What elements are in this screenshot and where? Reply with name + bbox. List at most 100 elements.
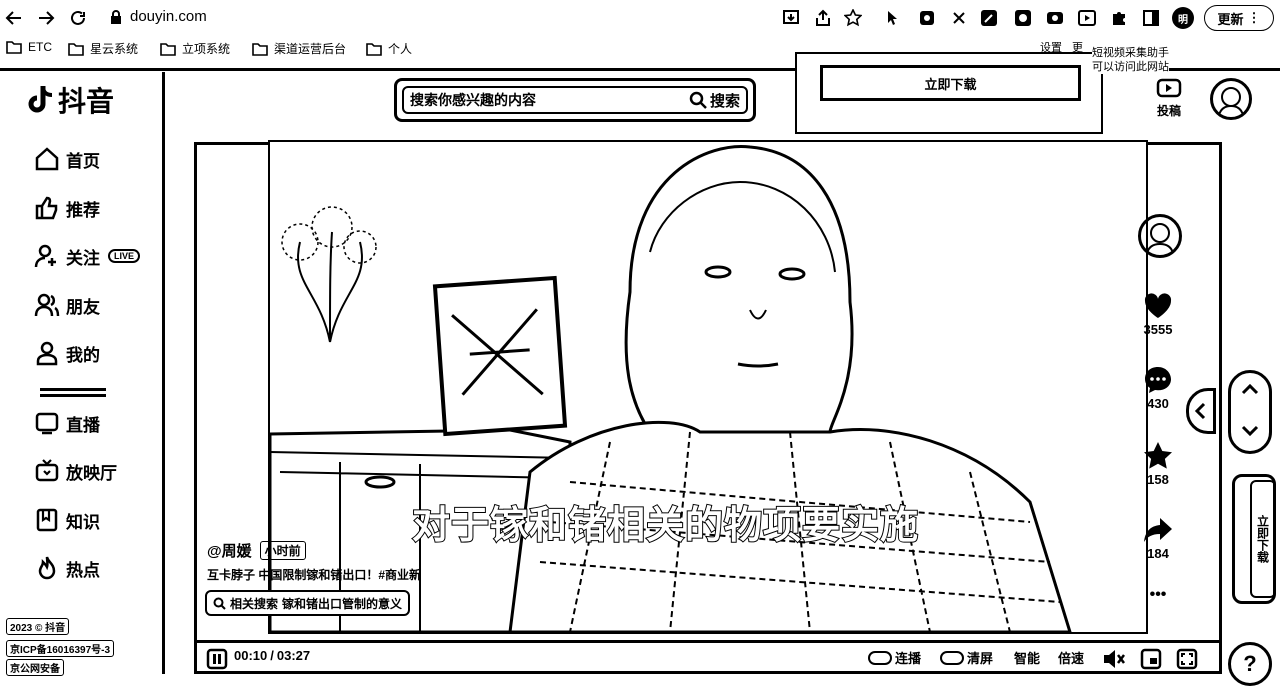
bookmark-item[interactable]: 个人: [366, 40, 412, 57]
favorite-button[interactable]: 158: [1140, 440, 1176, 487]
bookmark-item[interactable]: ETC: [6, 40, 52, 54]
upload-label: 投稿: [1156, 104, 1181, 118]
sidebar-item-live[interactable]: 直播: [34, 410, 100, 436]
sidebar-item-label: 关注: [66, 248, 100, 268]
share-icon[interactable]: [814, 9, 832, 27]
extension-pen-icon[interactable]: [980, 9, 998, 27]
bookmark-item[interactable]: 星云系统: [68, 40, 138, 57]
bookmark-item[interactable]: 立项系统: [160, 40, 230, 57]
folder-icon: [6, 41, 22, 54]
lock-icon: [111, 9, 121, 24]
sidebar-item-recommend[interactable]: 推荐: [34, 195, 100, 221]
sidebar-item-home[interactable]: 首页: [34, 146, 100, 172]
side-download-button[interactable]: 立即下载: [1250, 480, 1276, 598]
smart-button[interactable]: 智能: [1014, 648, 1040, 667]
chevron-down-icon: [1241, 425, 1259, 437]
bookmark-label: 星云系统: [90, 42, 139, 56]
follow-icon: [34, 244, 56, 268]
search-button[interactable]: 搜索: [689, 90, 740, 111]
like-count: 3555: [1143, 322, 1173, 337]
sidebar-item-cinema[interactable]: 放映厅: [34, 458, 117, 484]
more-dots-icon: •••: [1149, 586, 1167, 603]
video-helper-extension-icon[interactable]: [1078, 9, 1096, 27]
like-button[interactable]: 3555: [1140, 290, 1176, 337]
profile-avatar[interactable]: 明: [1172, 7, 1194, 29]
folder-icon: [68, 42, 84, 56]
autoplay-switch: [868, 650, 892, 665]
bookmark-item[interactable]: 渠道运营后台: [252, 40, 346, 57]
related-prefix: 相关搜索: [230, 596, 279, 611]
clear-screen-toggle[interactable]: 清屏: [940, 648, 993, 667]
flame-icon: [38, 556, 56, 580]
sidebar-item-hot[interactable]: 热点: [34, 555, 100, 581]
avatar-face-icon: [1218, 87, 1244, 116]
logo-text: 抖音: [58, 86, 115, 117]
avatar-face-icon: [1146, 223, 1174, 254]
popup-more-link[interactable]: 更: [1072, 39, 1083, 55]
extension-cube-icon[interactable]: [918, 9, 936, 27]
question-mark-icon: ?: [1243, 651, 1257, 676]
fullscreen-button[interactable]: [1176, 648, 1198, 670]
upload-button[interactable]: 投稿: [1156, 78, 1182, 119]
extension-cursor-icon[interactable]: [884, 9, 902, 27]
popup-settings-link[interactable]: 设置: [1040, 39, 1062, 55]
back-arrow-icon: [5, 11, 21, 25]
sidebar-item-follow[interactable]: 关注 LIVE: [34, 243, 141, 269]
comment-button[interactable]: 430: [1140, 364, 1176, 411]
puzzle-extensions-icon[interactable]: [1110, 9, 1128, 27]
autoplay-toggle[interactable]: 连播: [868, 648, 921, 667]
pause-button[interactable]: [206, 648, 228, 670]
bookmark-label: 立项系统: [182, 42, 231, 56]
police-record-link[interactable]: 京公网安备: [6, 659, 64, 676]
more-button[interactable]: •••: [1140, 586, 1176, 604]
home-icon: [35, 147, 59, 171]
sidebar-item-label: 知识: [66, 512, 100, 532]
url-text: douyin.com: [130, 8, 207, 25]
sidebar-item-label: 放映厅: [66, 463, 117, 483]
extension-camera-icon[interactable]: [1046, 9, 1064, 27]
pause-icon: [206, 648, 228, 670]
fullscreen-icon: [1176, 648, 1198, 670]
popup-download-button[interactable]: 立即下载: [820, 65, 1081, 101]
picture-in-picture-button[interactable]: [1140, 648, 1162, 670]
sidebar-item-friends[interactable]: 朋友: [34, 292, 100, 318]
douyin-logo[interactable]: 抖音: [26, 80, 114, 120]
update-button[interactable]: 更新 ⋮: [1204, 5, 1274, 31]
bookmark-star-icon[interactable]: [844, 9, 862, 27]
volume-mute-icon: [1104, 650, 1125, 668]
prev-video-button[interactable]: [1240, 382, 1260, 396]
popup-access-note: 可以访问此网站: [1092, 58, 1169, 74]
video-author-row: @周媛 小时前: [207, 540, 306, 561]
icp-link[interactable]: 京ICP备16016397号-3: [6, 640, 115, 657]
video-frame[interactable]: [268, 140, 1148, 634]
sidebar-item-label: 直播: [66, 415, 100, 435]
sidebar-item-knowledge[interactable]: 知识: [34, 507, 100, 533]
help-button[interactable]: ?: [1228, 642, 1272, 686]
back-button[interactable]: [2, 6, 26, 30]
author-name[interactable]: @周媛: [207, 540, 252, 561]
install-icon[interactable]: [782, 9, 800, 27]
next-video-button[interactable]: [1240, 424, 1260, 438]
sidebar-item-mine[interactable]: 我的: [34, 340, 100, 366]
duration: 03:27: [276, 648, 311, 663]
bookmark-label: ETC: [28, 40, 52, 54]
more-vert-icon: ⋮: [1247, 10, 1261, 25]
search-input[interactable]: 搜索你感兴趣的内容 搜索: [402, 86, 748, 114]
forward-button[interactable]: [34, 6, 58, 30]
user-avatar[interactable]: [1210, 78, 1252, 120]
extension-face-icon[interactable]: [1014, 9, 1032, 27]
folder-icon: [366, 42, 382, 56]
side-panel-icon[interactable]: [1142, 9, 1160, 27]
reload-button[interactable]: [66, 6, 90, 30]
related-search-chip[interactable]: 相关搜索 镓和锗出口管制的意义: [205, 590, 411, 616]
live-icon: [35, 412, 59, 435]
bookmark-label: 个人: [388, 42, 413, 56]
share-button[interactable]: 184: [1140, 514, 1176, 561]
extension-x-icon[interactable]: [950, 9, 968, 27]
address-bar[interactable]: douyin.com: [110, 8, 207, 25]
author-avatar[interactable]: [1138, 214, 1182, 258]
speed-button[interactable]: 倍速: [1058, 648, 1084, 667]
video-subtitle: 对于镓和锗相关的物项要实施: [411, 504, 920, 548]
folder-icon: [252, 42, 268, 56]
mute-button[interactable]: [1102, 648, 1126, 670]
